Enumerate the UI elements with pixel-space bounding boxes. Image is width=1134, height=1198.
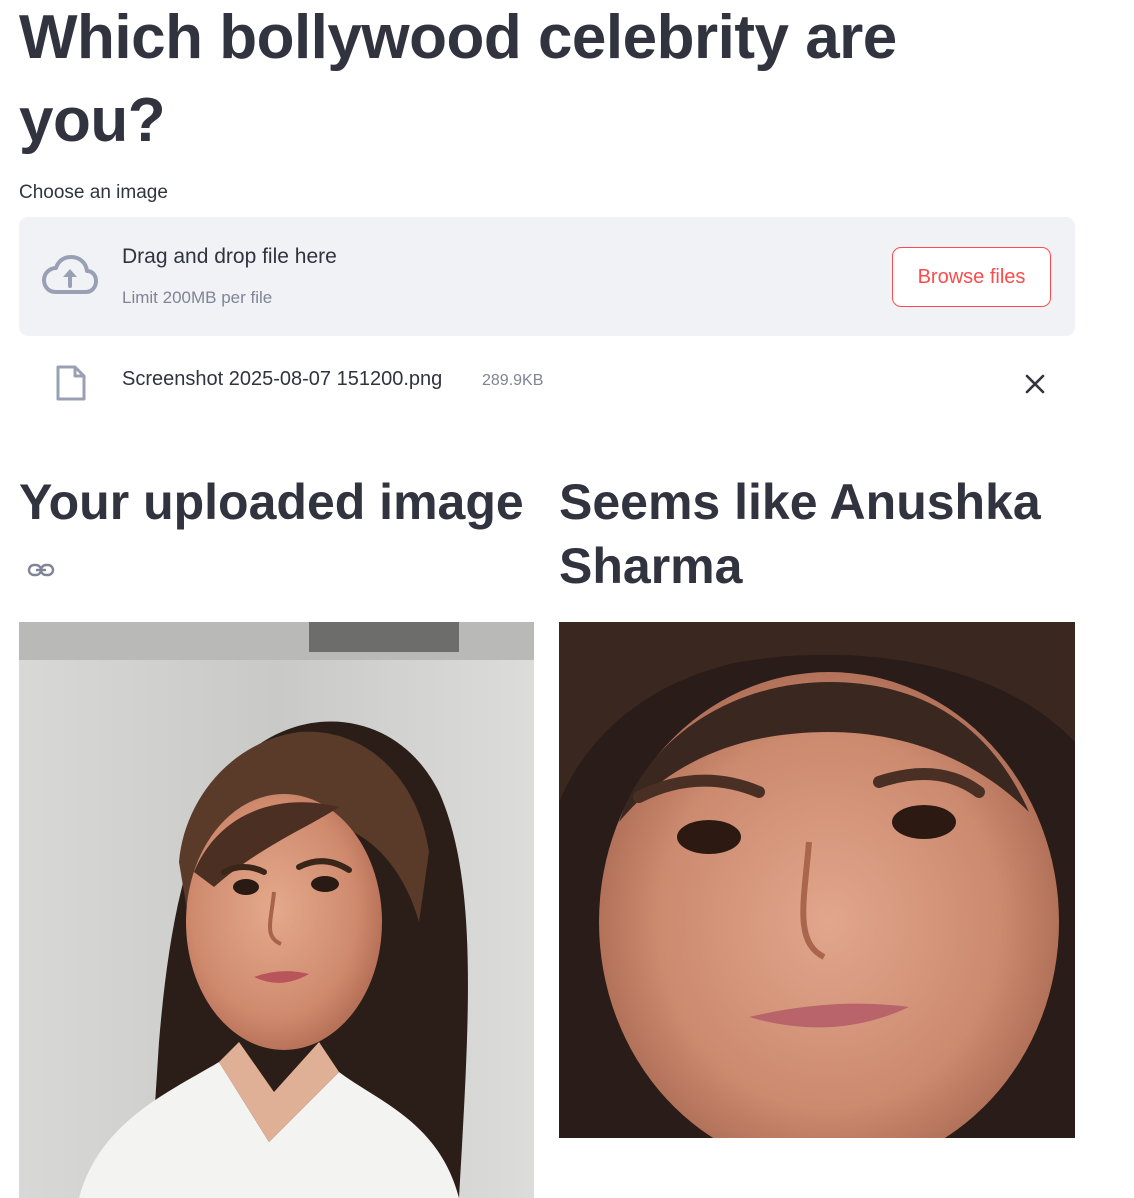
match-result-heading: Seems like Anushka Sharma [559,474,1041,594]
uploaded-file-row: Screenshot 2025-08-07 151200.png 289.9KB [19,355,1075,415]
uploader-label: Choose an image [19,182,168,203]
dropzone-instructions: Drag and drop file here [122,245,337,268]
file-icon [56,365,86,401]
matched-celebrity-photo [559,622,1075,1138]
uploaded-image-heading: Your uploaded image [19,470,529,598]
uploaded-photo [19,622,534,1198]
uploaded-file-name: Screenshot 2025-08-07 151200.png [122,368,443,390]
close-icon[interactable] [1024,373,1046,395]
uploaded-file-size: 289.9KB [482,372,544,389]
dropzone-limit: Limit 200MB per file [122,288,273,307]
browse-files-button[interactable]: Browse files [892,247,1051,307]
cloud-upload-icon [42,255,98,294]
uploaded-image-heading-text: Your uploaded image [19,474,524,530]
file-dropzone[interactable]: Drag and drop file here Limit 200MB per … [19,217,1075,336]
link-icon[interactable] [27,562,55,578]
page-title: Which bollywood celebrity are you? [19,3,897,155]
